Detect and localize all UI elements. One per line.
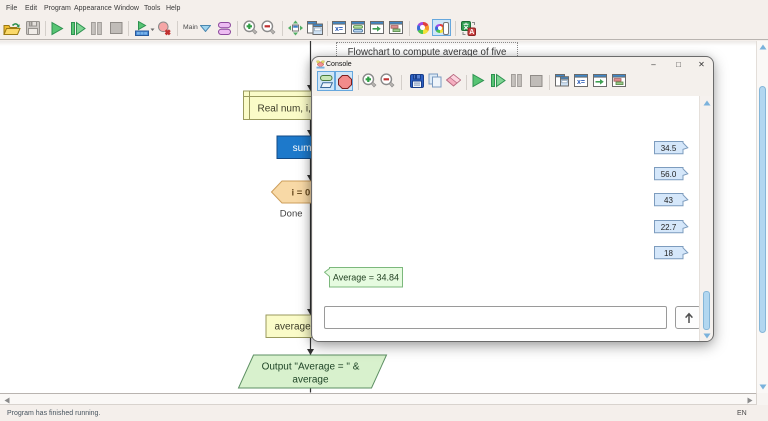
- svg-text:43: 43: [664, 196, 673, 205]
- svg-text:A: A: [469, 29, 474, 36]
- svg-text:18: 18: [664, 248, 673, 257]
- svg-text:average: average: [292, 375, 329, 386]
- svg-text:Done: Done: [280, 209, 303, 220]
- svg-text:x=: x=: [577, 79, 585, 86]
- svg-text:56.0: 56.0: [661, 170, 677, 179]
- svg-text:34.5: 34.5: [661, 143, 677, 152]
- svg-text:22.7: 22.7: [661, 222, 677, 231]
- svg-text:Output "Average = " &: Output "Average = " &: [262, 362, 360, 373]
- svg-text:Average = 34.84: Average = 34.84: [332, 272, 398, 282]
- svg-text:x=: x=: [335, 26, 343, 33]
